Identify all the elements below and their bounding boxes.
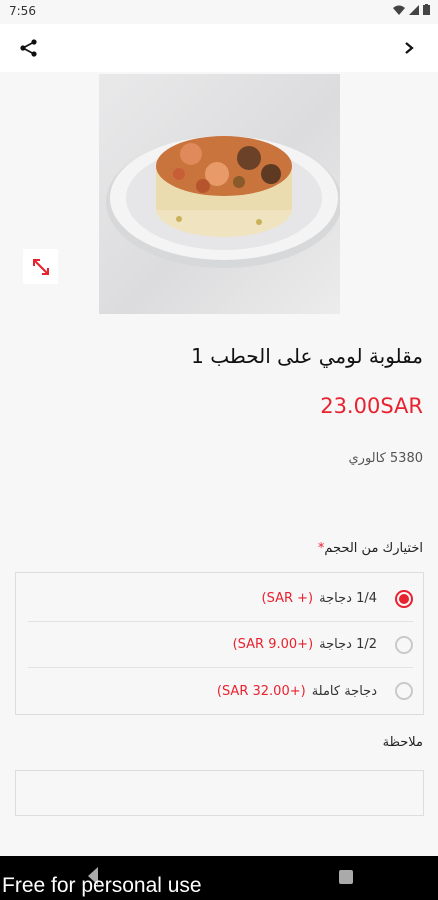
share-button[interactable] (13, 32, 45, 64)
product-calories: 5380 كالوري (348, 451, 423, 466)
expand-icon (32, 258, 49, 275)
chevron-right-icon (405, 42, 414, 54)
size-option-quarter[interactable]: 1/4 دجاجة (+ SAR) (28, 576, 413, 622)
radio-button[interactable] (395, 682, 413, 700)
option-price: (+ SAR) (261, 591, 314, 606)
expand-image-button[interactable] (23, 249, 58, 284)
radio-button[interactable] (395, 589, 413, 608)
forward-button[interactable] (393, 32, 425, 64)
option-text: 1/4 دجاجة (+ SAR) (262, 591, 377, 606)
size-option-half[interactable]: 1/2 دجاجة (+9.00 SAR) (28, 622, 413, 668)
size-section-label: اختيارك من الحجم* (314, 541, 423, 556)
watermark-text: Free for personal use (2, 874, 202, 897)
product-title: مقلوبة لومي على الحطب 1 (191, 344, 423, 368)
share-icon (20, 39, 37, 57)
note-label: ملاحظة (382, 735, 423, 750)
size-options-box: 1/4 دجاجة (+ SAR) 1/2 دجاجة (+9.00 SAR) … (15, 572, 424, 715)
app-bar (0, 24, 438, 72)
option-label: دجاجة كاملة (311, 683, 377, 699)
wifi-icon (393, 5, 405, 15)
option-price: (+32.00 SAR) (216, 683, 306, 699)
product-image (99, 74, 340, 314)
dish-illustration (106, 136, 340, 268)
option-label: 1/2 دجاجة (319, 637, 377, 652)
size-label-text: اختيارك من الحجم (324, 541, 423, 556)
option-label: 1/4 دجاجة (319, 591, 377, 606)
option-price: (+9.00 SAR) (232, 637, 314, 652)
status-bar: 7:56 (0, 0, 438, 24)
battery-icon (423, 4, 430, 15)
option-text: 1/2 دجاجة (+9.00 SAR) (233, 637, 377, 652)
product-price: 23.00SAR (320, 394, 423, 418)
note-input[interactable] (15, 770, 424, 816)
option-text: دجاجة كاملة (+32.00 SAR) (217, 684, 377, 699)
signal-icon (409, 4, 419, 15)
nav-recent-icon[interactable] (339, 870, 353, 884)
size-option-whole[interactable]: دجاجة كاملة (+32.00 SAR) (28, 668, 413, 714)
status-icons (393, 4, 430, 15)
radio-button[interactable] (395, 635, 413, 654)
status-time: 7:56 (9, 4, 36, 18)
